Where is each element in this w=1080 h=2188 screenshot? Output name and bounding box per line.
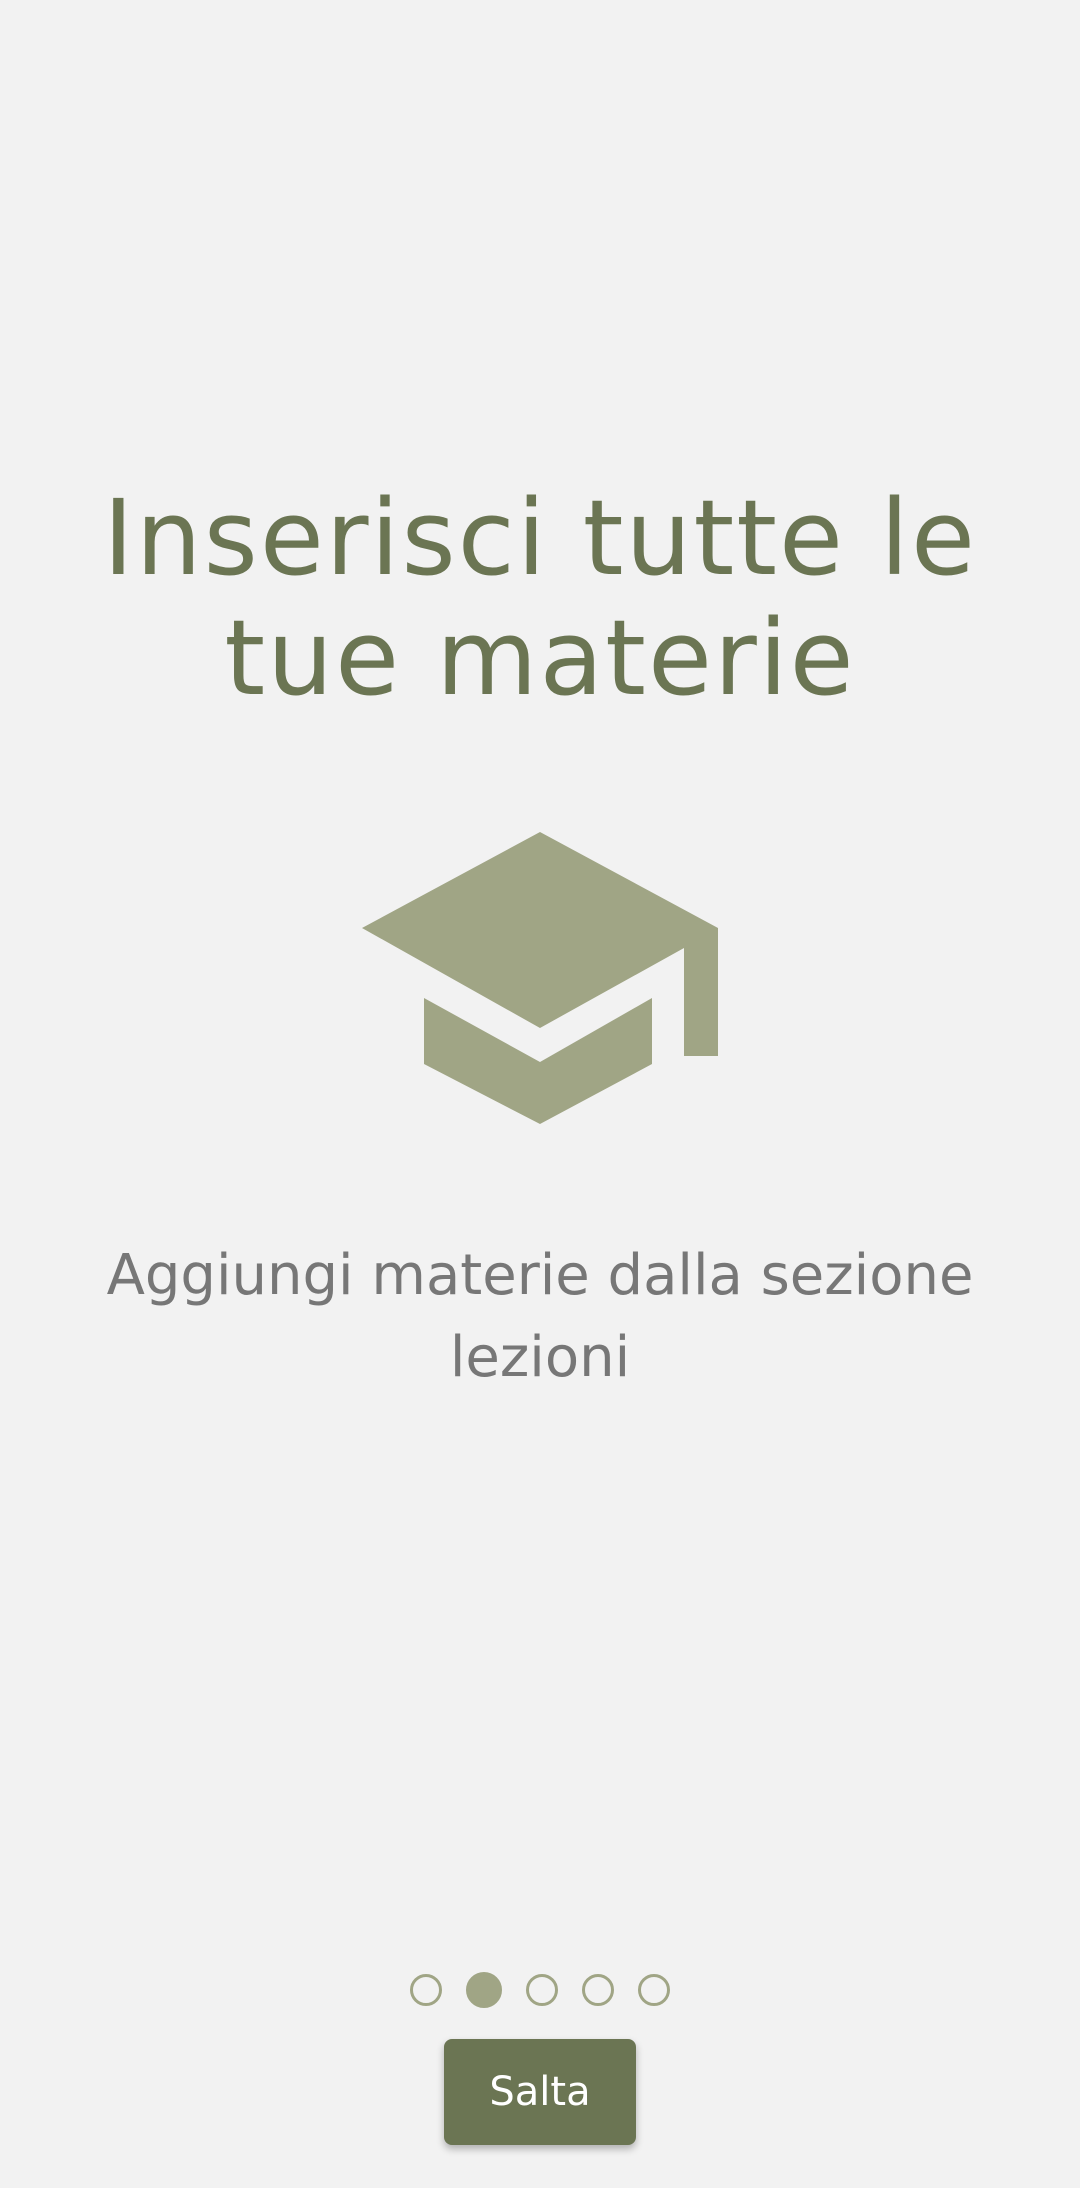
slide-description: Aggiungi materie dalla sezione lezioni: [106, 1243, 974, 1390]
page-dot-1[interactable]: [410, 1974, 442, 2006]
graduation-cap-icon: [360, 832, 720, 1128]
page-indicator: [0, 1970, 1080, 2010]
slide-title: Inserisci tutte le tue materie: [103, 477, 977, 719]
page-dot-2-active[interactable]: [466, 1972, 502, 2008]
skip-button[interactable]: Salta: [444, 2039, 636, 2145]
onboarding-screen: Inserisci tutte le tue materie Aggiungi …: [0, 0, 1080, 2188]
page-dot-3[interactable]: [526, 1974, 558, 2006]
page-dot-5[interactable]: [638, 1974, 670, 2006]
page-dot-4[interactable]: [582, 1974, 614, 2006]
